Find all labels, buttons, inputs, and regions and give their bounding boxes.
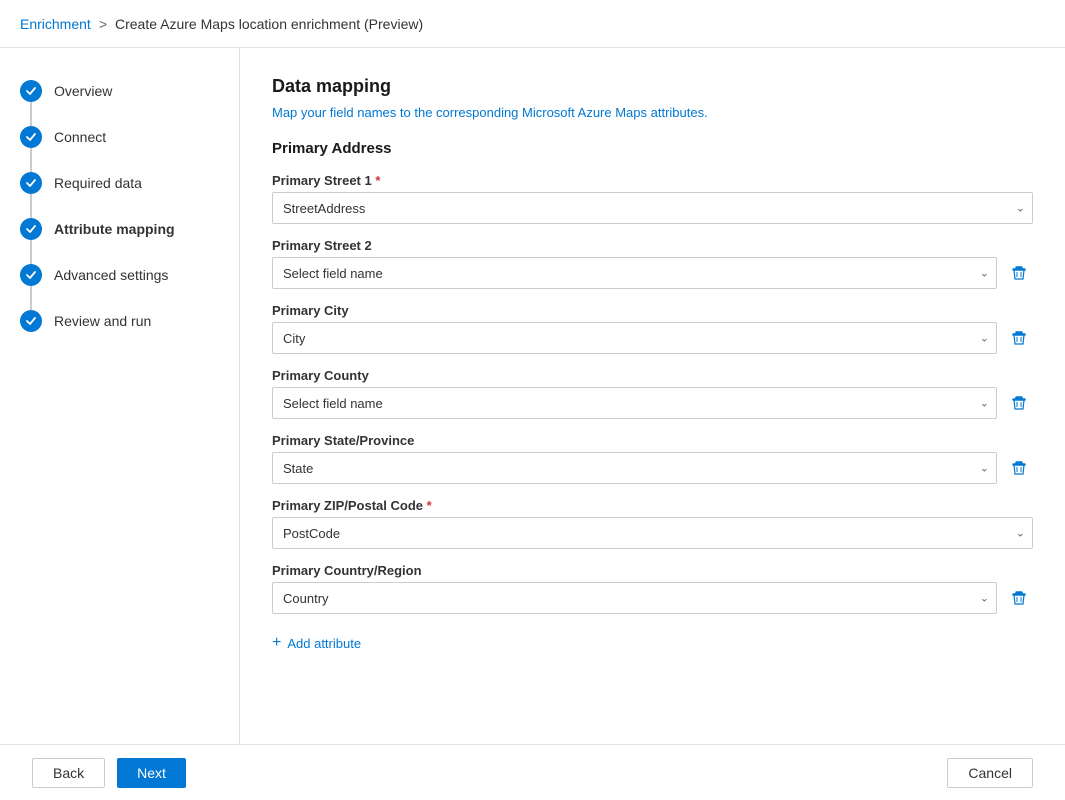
delete-button-primary-country[interactable] bbox=[1005, 584, 1033, 612]
field-label-primary-state: Primary State/Province bbox=[272, 433, 1033, 448]
add-attribute-button[interactable]: + Add attribute bbox=[272, 628, 361, 658]
field-group-primary-city: Primary City City ⌄ bbox=[272, 303, 1033, 354]
sidebar-label-required-data: Required data bbox=[54, 175, 142, 191]
field-label-primary-street-1: Primary Street 1 * bbox=[272, 173, 1033, 188]
check-circle-overview bbox=[20, 80, 42, 102]
sidebar-item-connect[interactable]: Connect bbox=[0, 114, 239, 160]
field-label-primary-zip: Primary ZIP/Postal Code * bbox=[272, 498, 1033, 513]
sidebar-label-advanced-settings: Advanced settings bbox=[54, 267, 168, 283]
delete-button-primary-street-2[interactable] bbox=[1005, 259, 1033, 287]
delete-button-primary-city[interactable] bbox=[1005, 324, 1033, 352]
sidebar-item-attribute-mapping[interactable]: Attribute mapping bbox=[0, 206, 239, 252]
field-group-primary-street-1: Primary Street 1 * StreetAddress ⌄ bbox=[272, 173, 1033, 224]
field-group-primary-state: Primary State/Province State ⌄ bbox=[272, 433, 1033, 484]
select-primary-zip[interactable]: PostCode bbox=[272, 517, 1033, 549]
main-layout: Overview Connect Required data Attribute… bbox=[0, 48, 1065, 744]
sidebar-item-overview[interactable]: Overview bbox=[0, 68, 239, 114]
field-row-primary-street-2: Select field name ⌄ bbox=[272, 257, 1033, 289]
sidebar-item-required-data[interactable]: Required data bbox=[0, 160, 239, 206]
sidebar-label-connect: Connect bbox=[54, 129, 106, 145]
check-circle-review-and-run bbox=[20, 310, 42, 332]
select-primary-county[interactable]: Select field name bbox=[272, 387, 997, 419]
sidebar-item-advanced-settings[interactable]: Advanced settings bbox=[0, 252, 239, 298]
field-row-primary-city: City ⌄ bbox=[272, 322, 1033, 354]
field-row-primary-county: Select field name ⌄ bbox=[272, 387, 1033, 419]
select-wrapper-primary-street-1: StreetAddress ⌄ bbox=[272, 192, 1033, 224]
select-wrapper-primary-street-2: Select field name ⌄ bbox=[272, 257, 997, 289]
check-circle-required-data bbox=[20, 172, 42, 194]
field-row-primary-country: Country ⌄ bbox=[272, 582, 1033, 614]
breadcrumb-current: Create Azure Maps location enrichment (P… bbox=[115, 16, 423, 32]
field-row-primary-zip: PostCode ⌄ bbox=[272, 517, 1033, 549]
check-circle-advanced-settings bbox=[20, 264, 42, 286]
sidebar-label-review-and-run: Review and run bbox=[54, 313, 151, 329]
select-primary-street-2[interactable]: Select field name bbox=[272, 257, 997, 289]
field-label-primary-city: Primary City bbox=[272, 303, 1033, 318]
section-description: Map your field names to the correspondin… bbox=[272, 105, 1033, 120]
select-primary-city[interactable]: City bbox=[272, 322, 997, 354]
back-button[interactable]: Back bbox=[32, 758, 105, 788]
check-circle-connect bbox=[20, 126, 42, 148]
breadcrumb-separator: > bbox=[99, 16, 107, 32]
select-wrapper-primary-state: State ⌄ bbox=[272, 452, 997, 484]
footer-bar: Back Next Cancel bbox=[0, 744, 1065, 800]
field-row-primary-street-1: StreetAddress ⌄ bbox=[272, 192, 1033, 224]
field-label-primary-county: Primary County bbox=[272, 368, 1033, 383]
section-title: Data mapping bbox=[272, 76, 1033, 97]
select-wrapper-primary-zip: PostCode ⌄ bbox=[272, 517, 1033, 549]
field-group-primary-street-2: Primary Street 2 Select field name ⌄ bbox=[272, 238, 1033, 289]
breadcrumb-parent[interactable]: Enrichment bbox=[20, 16, 91, 32]
select-primary-country[interactable]: Country bbox=[272, 582, 997, 614]
field-row-primary-state: State ⌄ bbox=[272, 452, 1033, 484]
select-wrapper-primary-country: Country ⌄ bbox=[272, 582, 997, 614]
check-circle-attribute-mapping bbox=[20, 218, 42, 240]
add-attribute-label: Add attribute bbox=[287, 636, 361, 651]
sidebar: Overview Connect Required data Attribute… bbox=[0, 48, 240, 744]
plus-icon: + bbox=[272, 634, 281, 652]
sidebar-label-attribute-mapping: Attribute mapping bbox=[54, 221, 175, 237]
field-label-primary-country: Primary Country/Region bbox=[272, 563, 1033, 578]
footer-left: Back Next bbox=[32, 758, 186, 788]
delete-button-primary-county[interactable] bbox=[1005, 389, 1033, 417]
cancel-button[interactable]: Cancel bbox=[947, 758, 1033, 788]
content-area: Data mapping Map your field names to the… bbox=[240, 48, 1065, 744]
field-label-primary-street-2: Primary Street 2 bbox=[272, 238, 1033, 253]
field-group-primary-county: Primary County Select field name ⌄ bbox=[272, 368, 1033, 419]
delete-button-primary-state[interactable] bbox=[1005, 454, 1033, 482]
select-wrapper-primary-city: City ⌄ bbox=[272, 322, 997, 354]
top-bar: Enrichment > Create Azure Maps location … bbox=[0, 0, 1065, 48]
select-primary-street-1[interactable]: StreetAddress bbox=[272, 192, 1033, 224]
field-group-primary-country: Primary Country/Region Country ⌄ bbox=[272, 563, 1033, 614]
subsection-title: Primary Address bbox=[272, 140, 1033, 157]
field-group-primary-zip: Primary ZIP/Postal Code * PostCode ⌄ bbox=[272, 498, 1033, 549]
next-button[interactable]: Next bbox=[117, 758, 186, 788]
sidebar-item-review-and-run[interactable]: Review and run bbox=[0, 298, 239, 344]
select-wrapper-primary-county: Select field name ⌄ bbox=[272, 387, 997, 419]
sidebar-label-overview: Overview bbox=[54, 83, 112, 99]
select-primary-state[interactable]: State bbox=[272, 452, 997, 484]
